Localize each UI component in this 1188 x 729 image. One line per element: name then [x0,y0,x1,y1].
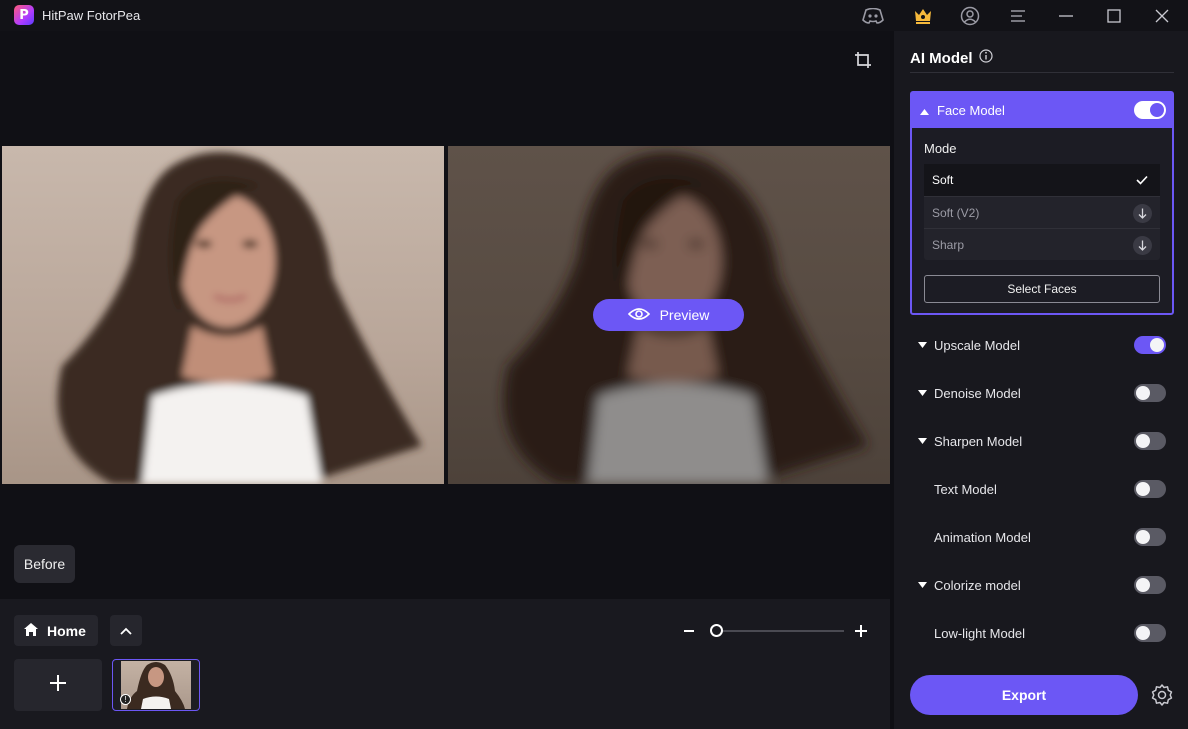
face-model-card: Face Model Mode Soft Soft (V2) Sharp Sel… [910,91,1174,315]
caret-up-icon [920,103,929,118]
caret-down-icon [918,438,928,444]
caret-down-icon [918,582,928,588]
before-image [2,146,444,484]
model-row-text[interactable]: Text Model [910,473,1174,505]
face-model-toggle[interactable] [1134,101,1166,119]
upscale-model-toggle[interactable] [1134,336,1166,354]
crown-shop-icon[interactable] [912,5,934,27]
panel-header: AI Model [910,49,993,67]
mode-option-sharp[interactable]: Sharp [924,228,1160,260]
model-row-low-light[interactable]: Low-light Model [910,617,1174,649]
image-thumbnail[interactable]: ! [112,659,200,711]
model-label: Colorize model [934,577,1021,593]
home-icon [23,622,39,640]
maximize-icon[interactable] [1103,5,1125,27]
text-model-toggle[interactable] [1134,480,1166,498]
select-faces-button[interactable]: Select Faces [924,275,1160,303]
model-label: Text Model [934,481,997,497]
app-logo-icon: P [14,5,34,25]
model-label: Low-light Model [934,625,1026,641]
model-row-upscale[interactable]: Upscale Model [910,329,1174,361]
preview-button[interactable]: Preview [593,299,744,331]
model-label: Sharpen Model [934,433,1023,449]
bottom-toolbar: Home ! [0,599,890,729]
thumbnail-image [121,661,191,709]
discord-icon[interactable] [862,5,884,27]
app-title: HitPaw FotorPea [42,8,141,23]
download-icon[interactable] [1132,203,1152,223]
collapse-panel-button[interactable] [110,615,142,646]
preview-label: Preview [659,307,710,323]
model-row-denoise[interactable]: Denoise Model [910,377,1174,409]
zoom-slider-handle[interactable] [710,624,723,637]
close-icon[interactable] [1151,5,1173,27]
mode-option-label: Soft [932,173,954,187]
menu-icon[interactable] [1007,5,1029,27]
add-image-button[interactable] [14,659,102,711]
face-model-label: Face Model [937,103,1005,118]
chevron-up-icon [120,622,132,640]
info-icon[interactable]: ! [120,694,131,705]
before-toggle-button[interactable]: Before [14,545,75,583]
mode-option-soft[interactable]: Soft [924,164,1160,196]
panel-title: AI Model [910,49,973,67]
title-bar: P HitPaw FotorPea [0,0,1188,31]
zoom-in-button[interactable] [853,621,871,641]
divider [910,72,1174,73]
eye-icon [627,307,650,324]
download-icon[interactable] [1132,235,1152,255]
model-row-sharpen[interactable]: Sharpen Model [910,425,1174,457]
info-icon[interactable] [978,49,993,67]
sharpen-model-toggle[interactable] [1134,432,1166,450]
mode-label: Mode [924,141,957,156]
zoom-out-button[interactable] [682,621,698,641]
caret-down-icon [918,342,928,348]
model-row-animation[interactable]: Animation Model [910,521,1174,553]
home-button[interactable]: Home [14,615,98,646]
model-label: Upscale Model [934,337,1020,353]
mode-option-label: Sharp [932,237,965,252]
zoom-slider-track[interactable] [714,630,844,632]
plus-icon [49,674,67,697]
caret-down-icon [918,390,928,396]
colorize-model-toggle[interactable] [1134,576,1166,594]
minimize-icon[interactable] [1055,5,1077,27]
ai-model-panel: AI Model Face Model Mode Soft Soft (V2) [894,31,1188,729]
export-button[interactable]: Export [910,675,1138,715]
animation-model-toggle[interactable] [1134,528,1166,546]
gear-icon[interactable] [1150,683,1174,707]
low-light-model-toggle[interactable] [1134,624,1166,642]
model-row-colorize[interactable]: Colorize model [910,569,1174,601]
image-canvas: Preview Before [0,31,890,599]
mode-option-soft-v2[interactable]: Soft (V2) [924,196,1160,228]
face-model-header[interactable]: Face Model [912,93,1172,128]
account-icon[interactable] [959,5,981,27]
mode-option-label: Soft (V2) [932,205,980,220]
crop-icon[interactable] [854,51,874,71]
home-label: Home [47,622,86,639]
model-label: Animation Model [934,529,1031,545]
checkmark-icon [1132,170,1152,190]
mode-list: Soft Soft (V2) Sharp [924,164,1160,260]
denoise-model-toggle[interactable] [1134,384,1166,402]
model-label: Denoise Model [934,385,1021,401]
